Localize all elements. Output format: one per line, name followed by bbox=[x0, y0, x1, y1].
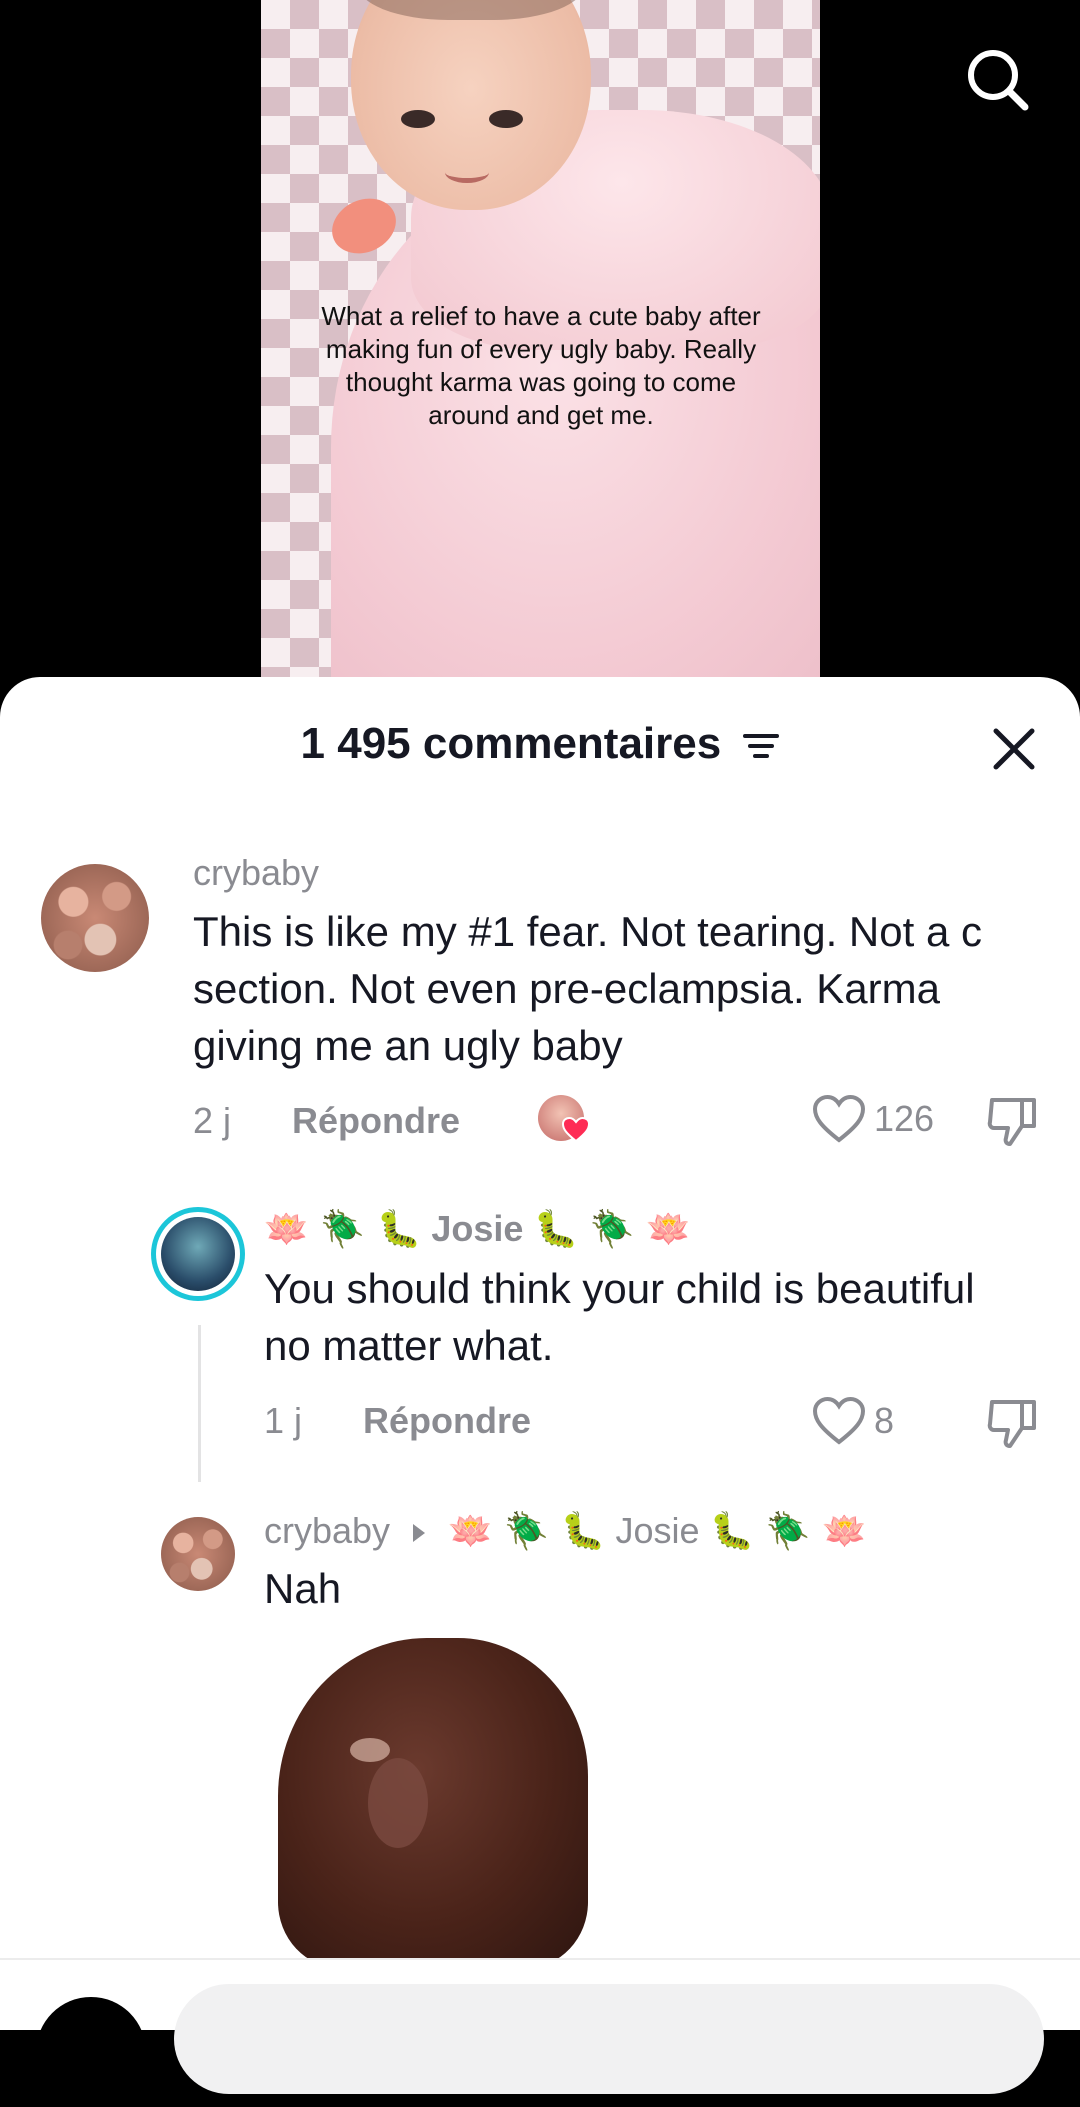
video-pacifier bbox=[323, 188, 405, 264]
dislike-button[interactable] bbox=[986, 1398, 1040, 1455]
avatar[interactable] bbox=[161, 1517, 235, 1591]
avatar-image bbox=[161, 1217, 235, 1291]
video-baby-eye bbox=[401, 110, 435, 128]
heart-filled-icon bbox=[562, 1117, 590, 1143]
heart-outline-icon bbox=[812, 1094, 866, 1143]
sort-filter-button[interactable] bbox=[743, 721, 780, 771]
comment-text: You should think your child is beautiful… bbox=[264, 1265, 975, 1369]
username-emoji-prefix: 🪷 🪲 🐛 bbox=[264, 1209, 422, 1250]
video-baby-eye bbox=[489, 110, 523, 128]
comment-username-row[interactable]: 🪷 🪲 🐛 Josie 🐛 🪲 🪷 bbox=[264, 1208, 691, 1250]
creator-liked-badge bbox=[538, 1095, 590, 1145]
thumbs-down-icon bbox=[987, 1098, 1036, 1146]
heart-outline-icon bbox=[812, 1396, 866, 1445]
username-emoji-suffix: 🐛 🪲 🪷 bbox=[709, 1511, 867, 1552]
avatar[interactable] bbox=[41, 864, 149, 972]
comment-time: 1 j bbox=[264, 1400, 303, 1441]
filter-icon bbox=[743, 734, 780, 759]
sticker-highlight bbox=[350, 1738, 390, 1762]
comment-username: crybaby bbox=[264, 1510, 391, 1551]
close-icon bbox=[993, 728, 1035, 770]
thread-line bbox=[198, 1325, 201, 1482]
avatar[interactable] bbox=[151, 1207, 245, 1301]
username-emoji-suffix: 🐛 🪲 🪷 bbox=[533, 1209, 691, 1250]
comment-time: 2 j bbox=[193, 1100, 232, 1141]
like-count: 126 bbox=[874, 1098, 935, 1139]
my-avatar bbox=[36, 1997, 146, 2107]
close-comments-button[interactable] bbox=[984, 719, 1044, 779]
dislike-button[interactable] bbox=[986, 1096, 1040, 1153]
comment-input-bar bbox=[0, 1960, 1080, 2107]
comment-username-row[interactable]: crybaby 🪷 🪲 🐛 Josie 🐛 🪲 🪷 bbox=[264, 1510, 867, 1552]
comment-input[interactable] bbox=[174, 1984, 1044, 2094]
search-icon bbox=[968, 50, 1029, 111]
reply-button[interactable]: Répondre bbox=[363, 1400, 531, 1442]
like-button[interactable]: 8 bbox=[812, 1396, 894, 1446]
like-count: 8 bbox=[874, 1400, 895, 1441]
comment-username[interactable]: crybaby bbox=[193, 852, 319, 894]
video-caption: What a relief to have a cute baby after … bbox=[321, 301, 761, 430]
like-button[interactable]: 126 bbox=[812, 1094, 934, 1144]
search-button[interactable] bbox=[958, 40, 1038, 120]
reply-arrow-icon bbox=[413, 1524, 426, 1543]
reply-to-username: Josie bbox=[615, 1510, 700, 1551]
sticker-nose bbox=[368, 1758, 428, 1848]
comments-title-row: 1 495 commentaires bbox=[0, 719, 1080, 771]
comment-sticker-image bbox=[278, 1638, 588, 1968]
reply-button[interactable]: Répondre bbox=[292, 1100, 460, 1142]
comment-text: Nah bbox=[264, 1565, 342, 1612]
comments-header: 1 495 commentaires bbox=[0, 677, 1080, 807]
comment-text: This is like my #1 fear. Not tearing. No… bbox=[193, 908, 982, 1069]
thumbs-down-icon bbox=[987, 1400, 1036, 1448]
video-frame: What a relief to have a cute baby after … bbox=[261, 0, 820, 690]
username-emoji-prefix: 🪷 🪲 🐛 bbox=[448, 1511, 606, 1552]
video-baby-mouth bbox=[445, 162, 489, 183]
comments-count-title: 1 495 commentaires bbox=[300, 719, 722, 768]
comment-username: Josie bbox=[431, 1208, 524, 1249]
video-player[interactable]: What a relief to have a cute baby after … bbox=[0, 0, 1080, 690]
